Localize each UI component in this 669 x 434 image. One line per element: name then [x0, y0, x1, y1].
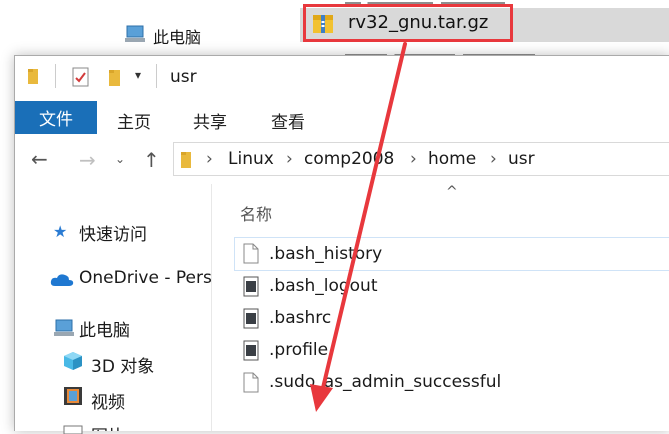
breadcrumb-linux[interactable]: Linux: [228, 149, 274, 169]
file-list: ^ 名称 .bash_history .bash_logout .bashrc …: [212, 184, 669, 431]
qa-divider: [156, 64, 157, 88]
pictures-icon: [63, 425, 83, 434]
folder-icon: [28, 69, 38, 84]
file-bash-history[interactable]: .bash_history: [269, 244, 382, 264]
background-nav-this-pc[interactable]: 此电脑: [153, 24, 201, 48]
3d-objects-icon: [64, 352, 82, 370]
script-file-icon: [243, 276, 259, 297]
script-file-icon: [243, 340, 259, 361]
computer-icon: [125, 25, 145, 42]
navigation-pane: ★ 快速访问 OneDrive - Pers 此电脑 3D 对象 视频 图片: [15, 184, 212, 434]
computer-icon: [54, 319, 74, 336]
nav-onedrive[interactable]: OneDrive - Pers: [79, 268, 211, 288]
title-bar: ▾ usr: [15, 56, 669, 98]
explorer-window: ▾ usr 文件 主页 共享 查看 ← → ⌄ ↑ › Linux › comp…: [14, 55, 669, 434]
breadcrumb-comp2008[interactable]: comp2008: [304, 149, 394, 169]
address-field[interactable]: › Linux › comp2008 › home › usr: [173, 142, 669, 176]
forward-arrow-icon[interactable]: →: [79, 148, 96, 172]
blank-file-icon: [243, 243, 259, 264]
nav-quick-access[interactable]: 快速访问: [79, 220, 147, 245]
breadcrumb-chevron-icon[interactable]: ›: [206, 149, 213, 169]
breadcrumb-chevron-icon[interactable]: ›: [410, 149, 417, 169]
qa-divider: [55, 64, 56, 88]
recent-locations-chevron-icon[interactable]: ⌄: [115, 152, 125, 166]
tab-view[interactable]: 查看: [271, 108, 305, 133]
column-header-name[interactable]: 名称: [240, 201, 272, 225]
tab-home[interactable]: 主页: [117, 108, 151, 133]
nav-3d-objects[interactable]: 3D 对象: [91, 352, 154, 377]
background-window-left-panel: [0, 0, 90, 60]
breadcrumb-home[interactable]: home: [428, 149, 476, 169]
file-bash-logout[interactable]: .bash_logout: [269, 276, 378, 296]
video-icon: [64, 387, 82, 405]
cloud-icon: [50, 274, 74, 286]
back-arrow-icon[interactable]: ←: [31, 147, 48, 171]
ribbon-tabs: 文件 主页 共享 查看: [15, 98, 669, 135]
script-file-icon: [243, 308, 259, 329]
tab-file[interactable]: 文件: [15, 101, 97, 134]
file-sudo-as-admin-successful[interactable]: .sudo_as_admin_successful: [269, 372, 501, 392]
up-arrow-icon[interactable]: ↑: [143, 148, 160, 172]
blank-file-icon: [243, 372, 259, 393]
file-profile[interactable]: .profile: [269, 340, 328, 360]
file-bashrc[interactable]: .bashrc: [269, 308, 331, 328]
breadcrumb-chevron-icon[interactable]: ›: [286, 149, 293, 169]
window-title: usr: [170, 67, 197, 87]
breadcrumb-usr[interactable]: usr: [508, 149, 535, 169]
nav-videos[interactable]: 视频: [91, 388, 125, 413]
properties-icon[interactable]: [71, 66, 91, 88]
nav-this-pc[interactable]: 此电脑: [79, 316, 130, 341]
customize-toolbar-icon[interactable]: ▾: [135, 68, 141, 82]
new-folder-icon[interactable]: [107, 66, 125, 88]
sort-ascending-chevron-icon[interactable]: ^: [446, 184, 458, 200]
address-bar-row: ← → ⌄ ↑ › Linux › comp2008 › home › usr: [15, 134, 669, 184]
star-icon: ★: [53, 222, 68, 241]
annotation-highlight-box: [303, 4, 513, 42]
folder-icon: [181, 152, 191, 168]
breadcrumb-chevron-icon[interactable]: ›: [490, 149, 497, 169]
tab-share[interactable]: 共享: [193, 108, 227, 133]
